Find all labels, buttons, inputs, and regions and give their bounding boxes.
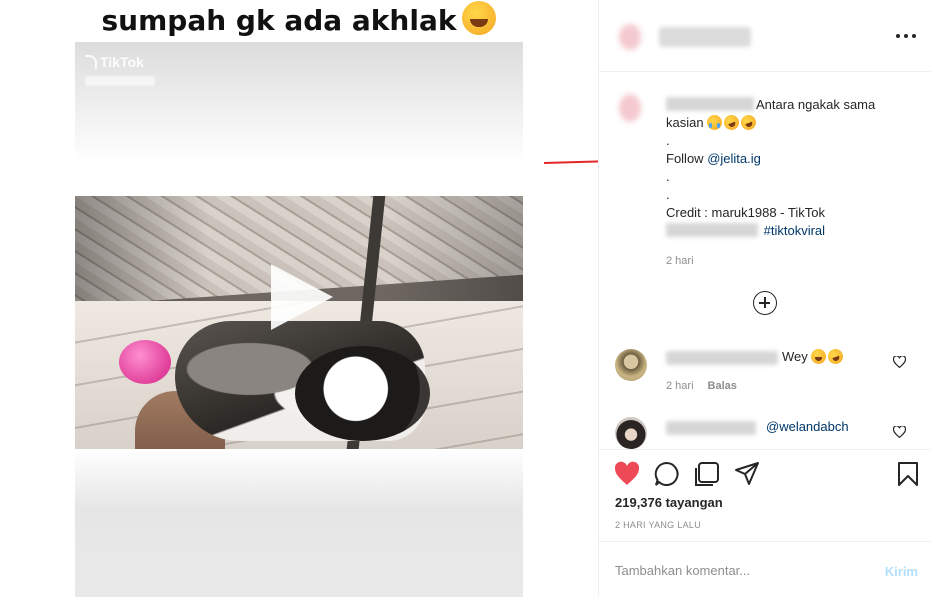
save-bookmark-icon[interactable] bbox=[895, 461, 921, 487]
share-direct-icon[interactable] bbox=[734, 461, 760, 487]
blurred-hashtag[interactable] bbox=[666, 223, 758, 237]
joy-emoji-icon bbox=[811, 349, 827, 364]
more-options-icon[interactable] bbox=[896, 26, 916, 46]
post-header bbox=[599, 0, 931, 72]
rofl-emoji-icon bbox=[826, 346, 846, 367]
post-timestamp[interactable]: 2 HARI YANG LALU bbox=[615, 520, 701, 530]
comment-item: @welandabch bbox=[599, 414, 931, 450]
like-heart-icon[interactable] bbox=[614, 461, 640, 487]
share-to-story-icon[interactable] bbox=[694, 461, 720, 487]
comment-bubble-icon[interactable] bbox=[654, 461, 680, 487]
video-bottom-panel bbox=[75, 449, 523, 597]
commenter-avatar[interactable] bbox=[615, 417, 647, 449]
caption-author-avatar[interactable] bbox=[619, 94, 641, 122]
post-media: sumpah gk ada akhlak TikTok bbox=[0, 0, 598, 597]
commenter-username[interactable] bbox=[666, 421, 756, 435]
load-more-comments-icon[interactable] bbox=[753, 291, 777, 315]
comment-like-heart-icon[interactable] bbox=[893, 426, 906, 438]
comment-composer: Kirim bbox=[599, 541, 931, 597]
crying-emoji-icon bbox=[707, 115, 723, 130]
tiktok-id-blurred bbox=[85, 76, 155, 86]
comment-like-heart-icon[interactable] bbox=[893, 356, 906, 368]
video-player[interactable] bbox=[75, 196, 523, 449]
tiktok-logo-icon bbox=[85, 55, 97, 69]
meme-title: sumpah gk ada akhlak bbox=[0, 1, 598, 39]
reply-button[interactable]: Balas bbox=[708, 380, 737, 392]
author-username[interactable] bbox=[659, 27, 751, 47]
post-comment-button[interactable]: Kirim bbox=[885, 564, 918, 579]
video-top-panel: TikTok bbox=[75, 42, 523, 162]
comment-meta: 2 hari Balas bbox=[666, 380, 737, 392]
comment-text: Wey bbox=[782, 349, 808, 364]
add-comment-input[interactable] bbox=[615, 560, 855, 580]
view-count[interactable]: 219,376 tayangan bbox=[615, 495, 723, 510]
author-avatar[interactable] bbox=[619, 24, 641, 50]
comment-mention-link[interactable]: @welandabch bbox=[766, 419, 849, 434]
cat-head bbox=[295, 346, 430, 441]
caption-text: Antara ngakak sama kasian . Follow @jeli… bbox=[666, 97, 876, 238]
pink-ball bbox=[119, 340, 171, 384]
caption-username[interactable] bbox=[666, 97, 754, 111]
comment-item: Wey 2 hari Balas bbox=[599, 346, 931, 406]
post-sidebar: Antara ngakak sama kasian . Follow @jeli… bbox=[598, 0, 931, 597]
play-icon[interactable] bbox=[271, 264, 333, 330]
rofl-emoji-icon bbox=[722, 112, 742, 133]
commenter-avatar[interactable] bbox=[615, 349, 647, 381]
rofl-emoji-icon bbox=[739, 112, 759, 133]
commenter-username[interactable] bbox=[666, 351, 778, 365]
comment-time[interactable]: 2 hari bbox=[666, 380, 694, 392]
post-actions: 219,376 tayangan 2 HARI YANG LALU bbox=[599, 449, 931, 541]
follow-mention-link[interactable]: @jelita.ig bbox=[707, 151, 761, 166]
hashtag-link[interactable]: #tiktokviral bbox=[764, 223, 825, 238]
caption-time[interactable]: 2 hari bbox=[666, 255, 694, 267]
caption-area: Antara ngakak sama kasian . Follow @jeli… bbox=[599, 72, 931, 450]
tiktok-watermark: TikTok bbox=[85, 54, 144, 70]
laughing-emoji-icon bbox=[462, 1, 497, 35]
post-page: sumpah gk ada akhlak TikTok Antara ngaka… bbox=[0, 0, 931, 597]
